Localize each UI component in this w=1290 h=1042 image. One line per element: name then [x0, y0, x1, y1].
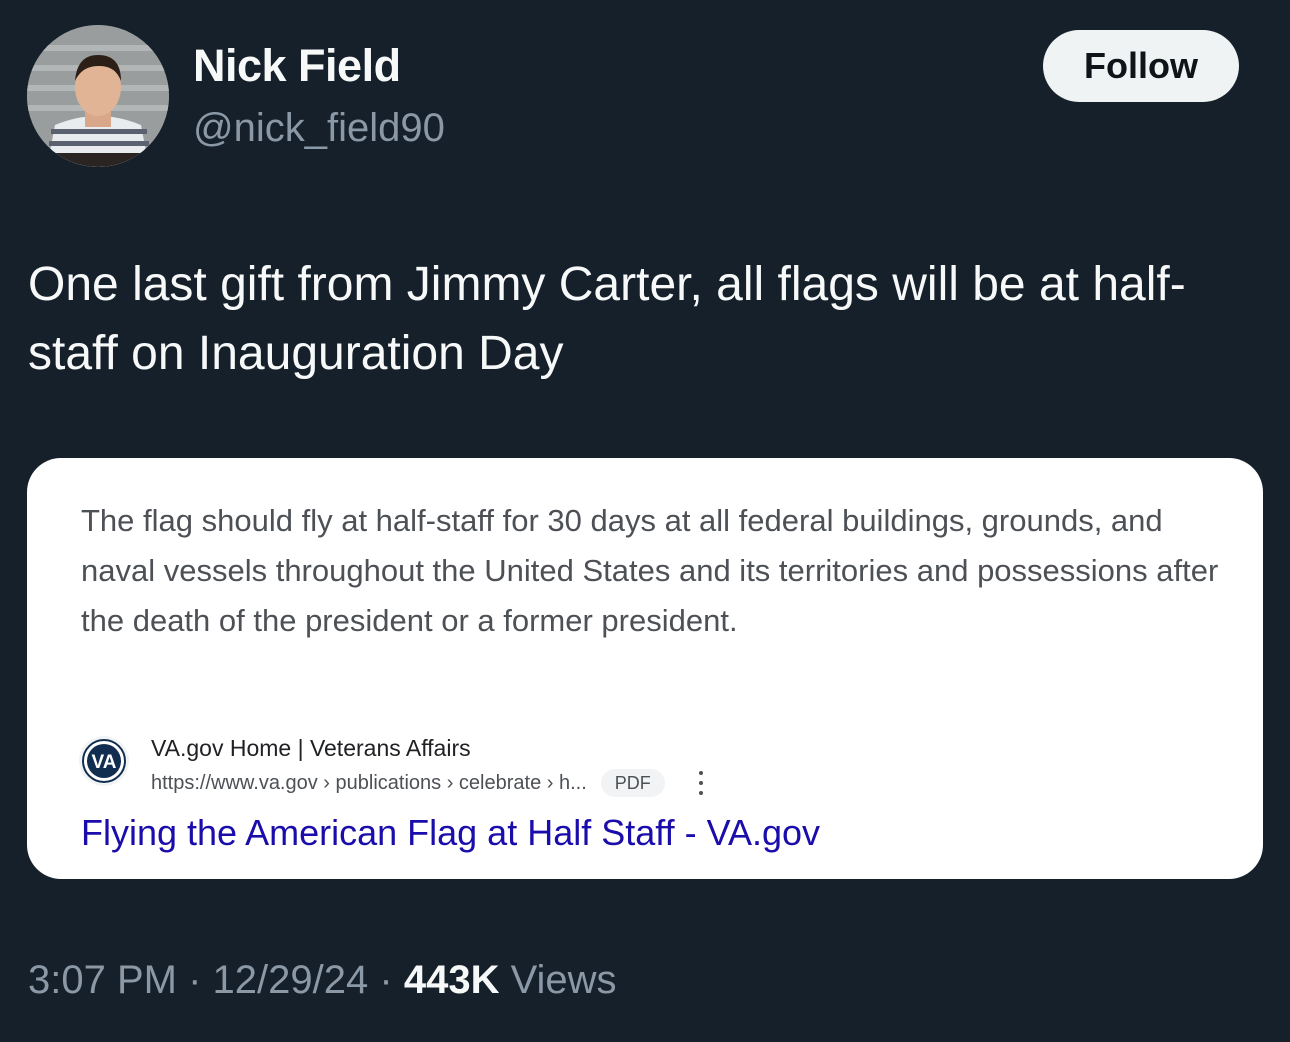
more-options-icon[interactable] [695, 768, 707, 798]
result-site-name[interactable]: VA.gov Home | Veterans Affairs [151, 733, 471, 763]
tweet-time[interactable]: 3:07 PM [28, 958, 177, 1002]
pdf-badge: PDF [600, 769, 665, 797]
result-url-row: https://www.va.gov › publications › cele… [151, 768, 707, 798]
meta-separator: · [379, 958, 393, 1002]
va-logo-icon: VA [79, 736, 129, 786]
author-handle[interactable]: @nick_field90 [193, 104, 445, 152]
attached-image-search-result[interactable]: The flag should fly at half-staff for 30… [27, 458, 1263, 879]
va-logo-text: VA [92, 752, 117, 773]
views-count: 443K [403, 958, 500, 1002]
views-label: Views [510, 958, 617, 1002]
result-title-link[interactable]: Flying the American Flag at Half Staff -… [81, 810, 820, 856]
avatar[interactable] [27, 25, 169, 167]
result-url[interactable]: https://www.va.gov › publications › cele… [151, 768, 587, 798]
search-snippet: The flag should fly at half-staff for 30… [81, 503, 1219, 638]
follow-button[interactable]: Follow [1043, 30, 1239, 102]
tweet-text: One last gift from Jimmy Carter, all fla… [28, 258, 1186, 380]
author-name[interactable]: Nick Field [193, 40, 401, 92]
meta-separator: · [188, 958, 202, 1002]
tweet-meta: 3:07 PM · 12/29/24 · 443K Views [28, 952, 617, 1008]
tweet-date[interactable]: 12/29/24 [213, 958, 369, 1002]
tweet: Nick Field @nick_field90 Follow One last… [0, 0, 1290, 1042]
